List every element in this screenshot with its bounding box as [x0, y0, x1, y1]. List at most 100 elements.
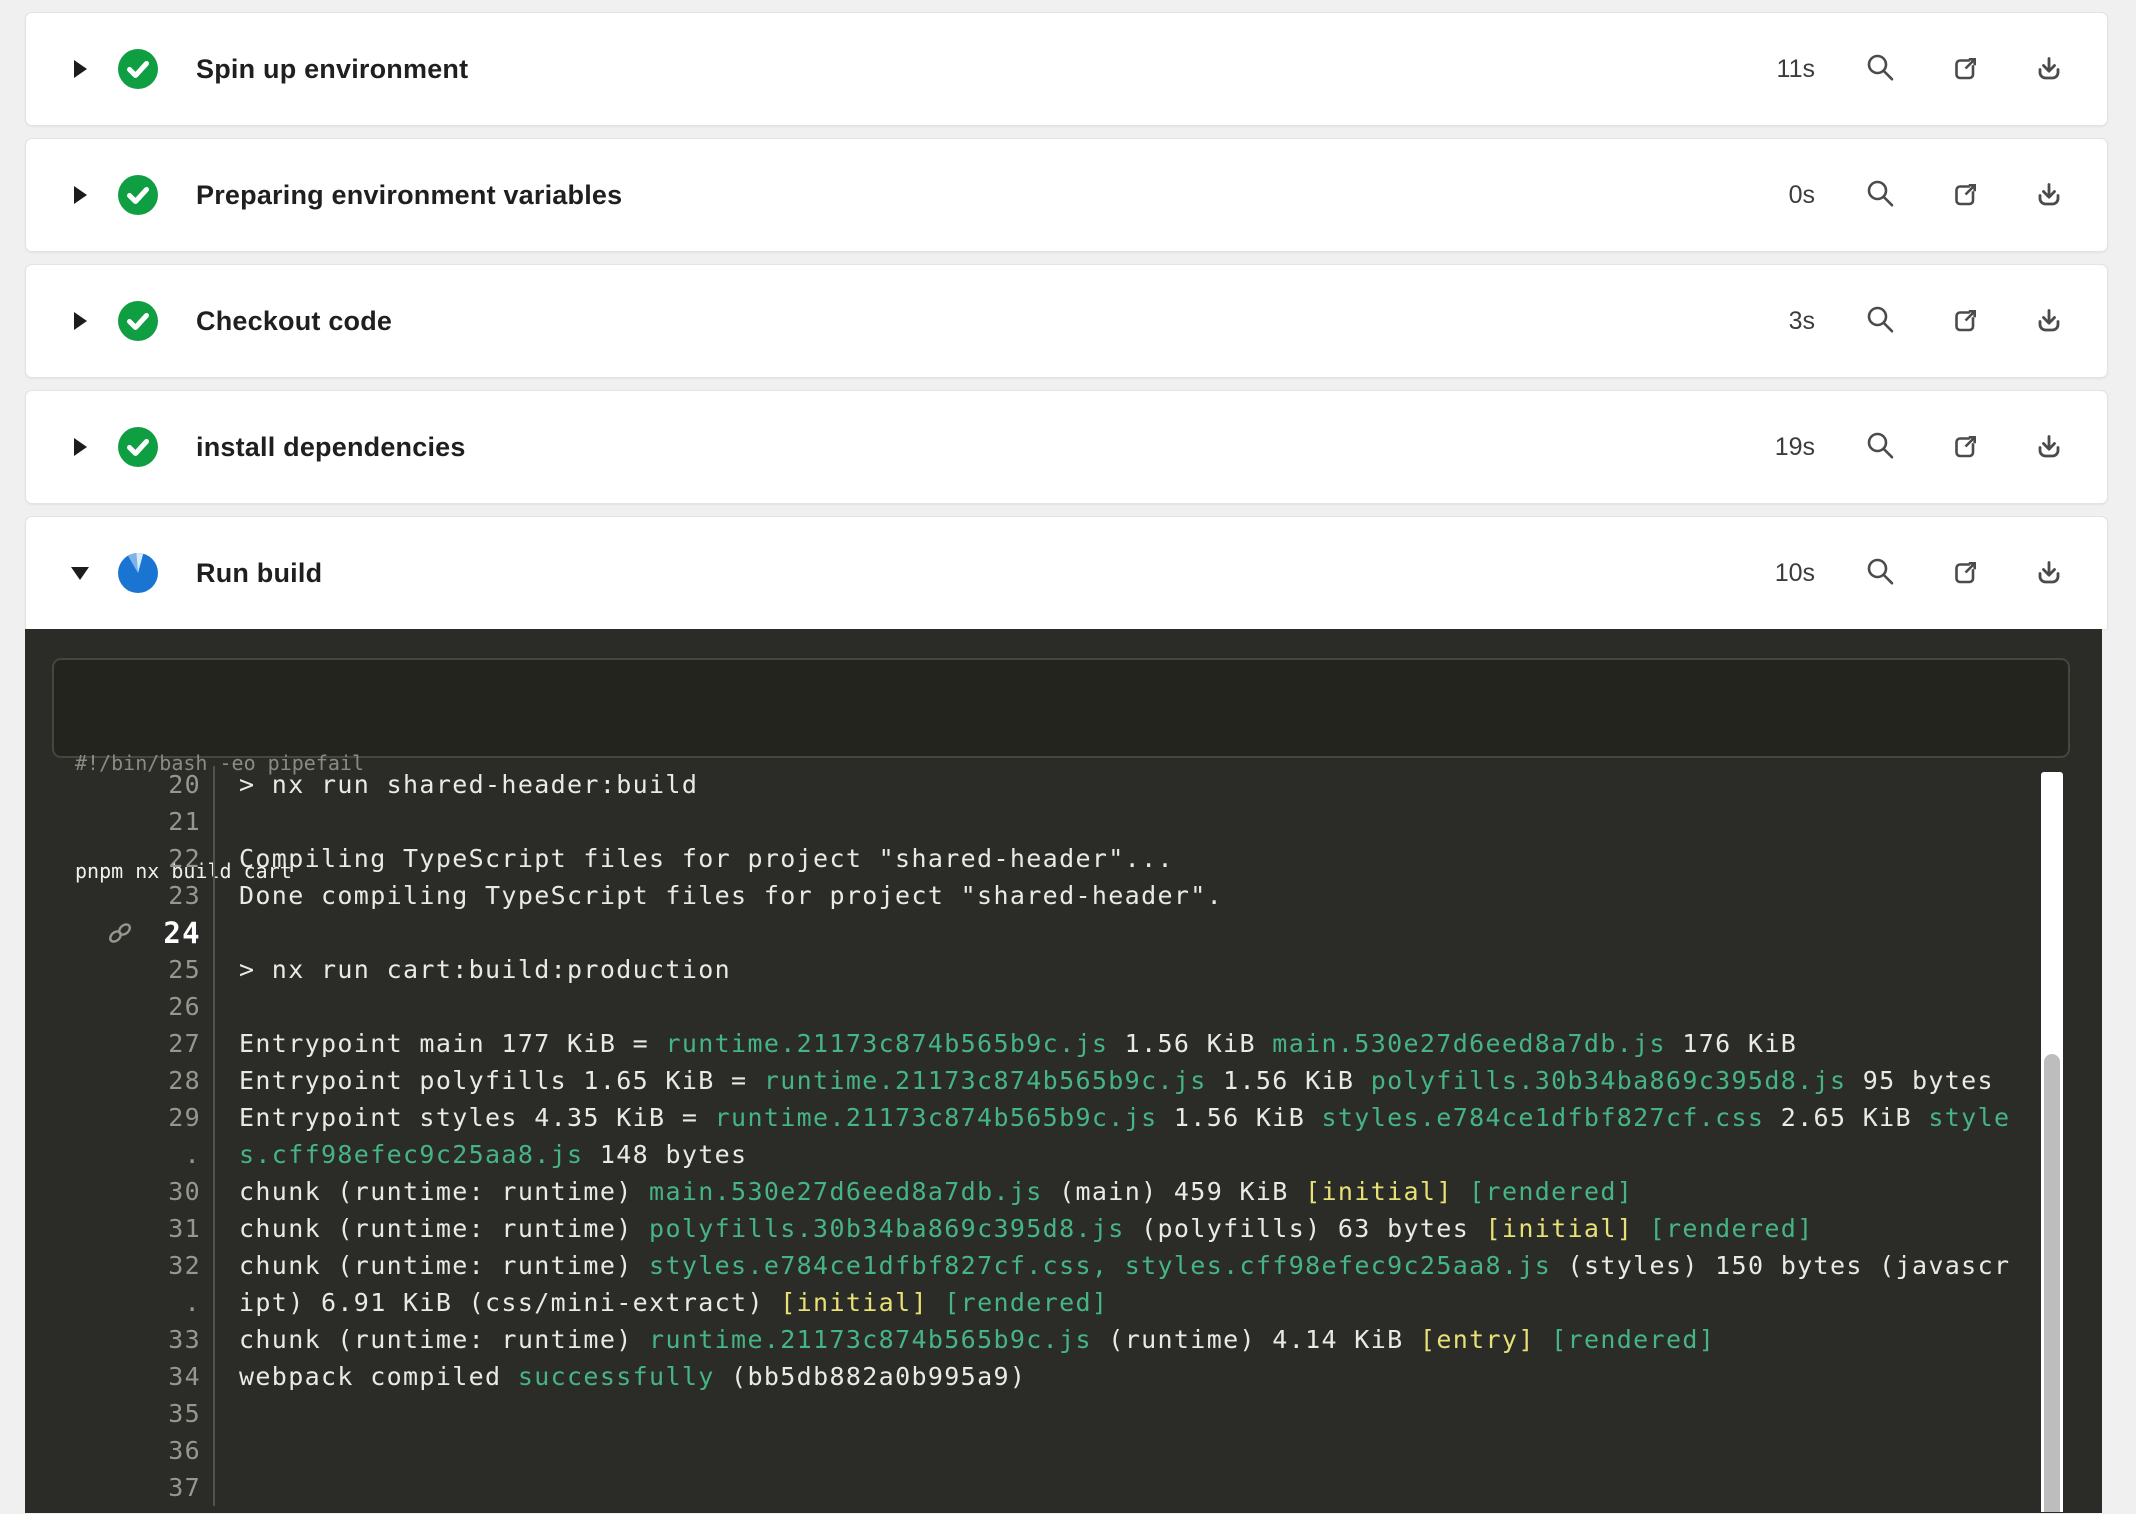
search-button[interactable] [1863, 177, 1899, 213]
line-number[interactable]: 31 [141, 1214, 201, 1243]
log-segment: [initial] [780, 1288, 928, 1317]
line-number[interactable]: 33 [141, 1325, 201, 1354]
log-segment [1535, 1325, 1551, 1354]
line-number[interactable]: 29 [141, 1103, 201, 1132]
log-row: 22 Compiling TypeScript files for projec… [26, 840, 2101, 877]
open-in-new-icon [1947, 555, 1983, 591]
line-number[interactable]: . [141, 1288, 201, 1317]
success-check-icon [118, 175, 158, 215]
line-number[interactable]: 37 [141, 1473, 201, 1502]
open-in-new-icon [1947, 177, 1983, 213]
line-number[interactable]: 36 [141, 1436, 201, 1465]
log-text: webpack compiled successfully (bb5db882a… [213, 1358, 1026, 1395]
terminal-output-panel: #!/bin/bash -eo pipefail pnpm nx build c… [25, 629, 2102, 1513]
log-scrollbar[interactable] [2041, 772, 2063, 1512]
log-row: 31 chunk (runtime: runtime) polyfills.30… [26, 1210, 2101, 1247]
log-segment: > nx run shared-header:build [239, 770, 698, 799]
line-number[interactable]: 35 [141, 1399, 201, 1428]
open-in-new-button[interactable] [1947, 555, 1983, 591]
log-segment: [initial] [1486, 1214, 1634, 1243]
log-row: . ipt) 6.91 KiB (css/mini-extract) [init… [26, 1284, 2101, 1321]
log-row: 37 [26, 1469, 2101, 1506]
log-segment: styles.e784ce1dfbf827cf.css, [649, 1251, 1108, 1280]
line-number[interactable]: 22 [141, 844, 201, 873]
step-row-spin-up-environment[interactable]: Spin up environment 11s [25, 12, 2108, 126]
log-segment: Compiling TypeScript files for project "… [239, 844, 1174, 873]
line-number[interactable]: 26 [141, 992, 201, 1021]
success-check-icon [118, 301, 158, 341]
line-number[interactable]: 28 [141, 1066, 201, 1095]
log-row: . s.cff98efec9c25aa8.js 148 bytes [26, 1136, 2101, 1173]
expand-caret-icon[interactable] [72, 60, 88, 78]
open-in-new-button[interactable] [1947, 303, 1983, 339]
search-button[interactable] [1863, 51, 1899, 87]
step-label: Run build [196, 558, 322, 589]
search-button[interactable] [1863, 303, 1899, 339]
download-button[interactable] [2031, 429, 2067, 465]
line-number[interactable]: 24 [141, 916, 201, 950]
line-number[interactable]: 34 [141, 1362, 201, 1391]
log-row: 26 [26, 988, 2101, 1025]
step-row-preparing-environment-variables[interactable]: Preparing environment variables 0s [25, 138, 2108, 252]
step-duration: 11s [1763, 55, 1815, 84]
log-segment: 1.56 KiB [1207, 1066, 1371, 1095]
line-number[interactable]: 21 [141, 807, 201, 836]
download-button[interactable] [2031, 51, 2067, 87]
log-text: s.cff98efec9c25aa8.js 148 bytes [213, 1136, 747, 1173]
log-segment: (styles) 150 bytes (javascr [1551, 1251, 2010, 1280]
log-text: Entrypoint polyfills 1.65 KiB = runtime.… [213, 1062, 1994, 1099]
log-segment: styles.cff98efec9c25aa8.js [1125, 1251, 1551, 1280]
step-row-run-build[interactable]: Run build 10s [25, 516, 2108, 629]
log-segment: > nx run cart:build:production [239, 955, 731, 984]
expand-caret-icon[interactable] [72, 186, 88, 204]
line-number[interactable]: . [141, 1140, 201, 1169]
step-duration: 19s [1763, 433, 1815, 462]
search-button[interactable] [1863, 429, 1899, 465]
step-row-checkout-code[interactable]: Checkout code 3s [25, 264, 2108, 378]
log-row: 23 Done compiling TypeScript files for p… [26, 877, 2101, 914]
download-button[interactable] [2031, 177, 2067, 213]
log-text: Compiling TypeScript files for project "… [213, 840, 1174, 877]
line-number[interactable]: 25 [141, 955, 201, 984]
search-icon [1863, 429, 1899, 465]
log-text: chunk (runtime: runtime) polyfills.30b34… [213, 1210, 1814, 1247]
expand-caret-icon[interactable] [72, 312, 88, 330]
line-number[interactable]: 23 [141, 881, 201, 910]
line-link-icon[interactable] [105, 918, 135, 948]
step-duration: 10s [1763, 559, 1815, 588]
search-button[interactable] [1863, 555, 1899, 591]
open-in-new-button[interactable] [1947, 429, 1983, 465]
line-number[interactable]: 27 [141, 1029, 201, 1058]
log-row: 28 Entrypoint polyfills 1.65 KiB = runti… [26, 1062, 2101, 1099]
line-number[interactable]: 20 [141, 770, 201, 799]
search-icon [1863, 303, 1899, 339]
log-scrollbar-thumb[interactable] [2044, 1054, 2060, 1512]
log-segment: webpack compiled [239, 1362, 518, 1391]
log-segment: (runtime) 4.14 KiB [1092, 1325, 1420, 1354]
build-steps-page: Spin up environment 11s [0, 0, 2136, 1513]
step-row-install-dependencies[interactable]: install dependencies 19s [25, 390, 2108, 504]
log-segment: main.530e27d6eed8a7db.js [649, 1177, 1043, 1206]
step-actions: 0s [1763, 177, 2107, 213]
log-segment: s.cff98efec9c25aa8.js [239, 1140, 583, 1169]
log-text [213, 803, 239, 840]
log-row: 33 chunk (runtime: runtime) runtime.2117… [26, 1321, 2101, 1358]
expand-caret-icon[interactable] [72, 438, 88, 456]
log-row: 24 [26, 914, 2101, 951]
log-segment: runtime.21173c874b565b9c.js [715, 1103, 1158, 1132]
download-button[interactable] [2031, 555, 2067, 591]
log-segment: styles.e784ce1dfbf827cf.css [1322, 1103, 1765, 1132]
log-segment: polyfills.30b34ba869c395d8.js [1371, 1066, 1847, 1095]
log-text: chunk (runtime: runtime) runtime.21173c8… [213, 1321, 1715, 1358]
log-text [213, 914, 239, 951]
open-in-new-button[interactable] [1947, 51, 1983, 87]
expand-caret-icon[interactable] [72, 567, 88, 580]
open-in-new-button[interactable] [1947, 177, 1983, 213]
line-number[interactable]: 30 [141, 1177, 201, 1206]
line-link-slot [26, 918, 141, 948]
success-check-icon [118, 427, 158, 467]
log-segment: [rendered] [1551, 1325, 1715, 1354]
line-number[interactable]: 32 [141, 1251, 201, 1280]
log-text: Entrypoint styles 4.35 KiB = runtime.211… [213, 1099, 2010, 1136]
download-button[interactable] [2031, 303, 2067, 339]
